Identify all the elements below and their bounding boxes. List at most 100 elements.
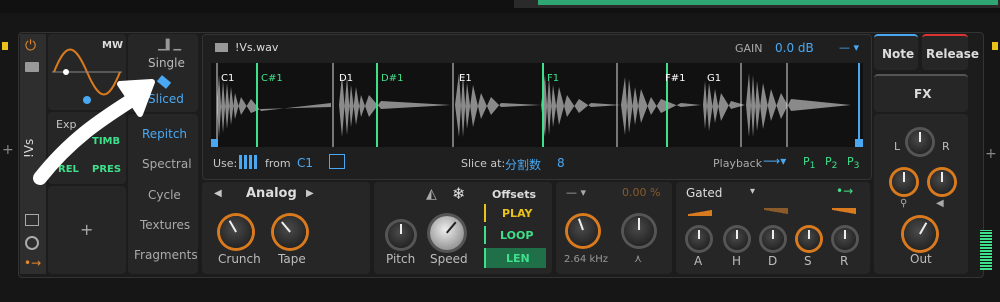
keyboard-icon[interactable] (239, 155, 259, 169)
filter-freq-value: 2.64 kHz (564, 254, 609, 265)
note-label: Note (882, 47, 915, 61)
filter-freq-knob[interactable] (568, 216, 598, 246)
attack-knob[interactable] (688, 228, 710, 250)
pad-2-num: 2 (831, 160, 838, 172)
pad-3[interactable]: P3 (847, 155, 859, 171)
tape-label: Tape (278, 252, 306, 266)
use-label: Use: (213, 157, 238, 170)
offset-loop-button[interactable]: LOOP (484, 226, 546, 244)
release-knob[interactable] (834, 228, 856, 250)
pitch-speed-panel: ◭ ❄ Pitch Speed Offsets PLAY LOOP LEN (374, 182, 552, 274)
hold-label: H (732, 254, 742, 268)
analog-prev-icon[interactable]: ◀ (214, 188, 222, 199)
speed-knob[interactable] (430, 216, 464, 250)
filter-type-menu[interactable]: — ▾ (566, 186, 586, 199)
from-value[interactable]: C1 (297, 156, 313, 170)
gain-label: GAIN (735, 42, 763, 55)
send-knob-1[interactable] (892, 170, 916, 194)
add-modulator-button[interactable]: + (80, 220, 93, 239)
level-meter (980, 230, 992, 270)
right-add-icon[interactable]: + (985, 146, 997, 162)
slice-label-5: E1 (459, 73, 472, 84)
window-icon[interactable] (25, 214, 39, 226)
mw-label: MW (102, 40, 123, 51)
pad-2[interactable]: P2 (825, 155, 837, 171)
tab-fragments[interactable]: Fragments (134, 248, 198, 262)
file-folder-icon[interactable] (215, 43, 228, 52)
mode-single[interactable]: Single (148, 56, 185, 70)
env-mode[interactable]: Gated (686, 186, 722, 200)
note-button[interactable]: Note (874, 34, 918, 70)
gain-menu-icon[interactable]: — ▾ (839, 41, 859, 54)
envelope-panel: Gated ▾ •→ A H D S R (676, 182, 870, 274)
slice-at-value[interactable]: 分割数 (505, 156, 541, 173)
analog-title[interactable]: Analog (246, 186, 297, 201)
slice-label-2: C#1 (261, 73, 283, 84)
tab-cycle[interactable]: Cycle (148, 188, 181, 202)
output-panel: L R ⚲ ◀ Out (874, 114, 968, 274)
modulation-arrow-icon[interactable]: •→ (24, 256, 41, 270)
filter-res-knob[interactable] (624, 216, 654, 246)
out-knob[interactable] (904, 218, 936, 250)
decay-label: D (768, 254, 778, 268)
pad-2-p: P (825, 155, 832, 168)
pad-3-num: 3 (853, 160, 860, 172)
playback-mode-icon[interactable]: ⟶▾ (763, 154, 786, 168)
speed-label: Speed (430, 252, 468, 266)
slice-at-label: Slice at: (461, 157, 506, 170)
metronome-icon[interactable]: ◭ (426, 186, 437, 202)
speaker-icon: ◀ (936, 198, 944, 209)
waveform-panel: !Vs.wav GAIN 0.0 dB — ▾ C1 C#1 D1 D#1 E1… (202, 34, 872, 180)
decay-knob[interactable] (762, 228, 784, 250)
slice-label-1: C1 (221, 73, 235, 84)
filter-percent[interactable]: 0.00 % (622, 186, 660, 199)
env-mode-chevron-icon[interactable]: ▾ (750, 186, 755, 197)
env-output-icon[interactable]: •→ (836, 184, 853, 198)
offset-play-button[interactable]: PLAY (484, 204, 546, 222)
crunch-label: Crunch (218, 252, 261, 266)
pad-1-num: 1 (809, 160, 816, 172)
analog-next-icon[interactable]: ▶ (306, 188, 314, 199)
clock-icon[interactable] (25, 236, 39, 250)
slice-label-7: F#1 (665, 73, 686, 84)
filter-shape-icon: ⋏ (634, 252, 643, 265)
fx-label: FX (914, 87, 932, 101)
offset-len-button[interactable]: LEN (484, 248, 546, 268)
slice-list-icon[interactable] (329, 154, 345, 169)
offsets-label: Offsets (492, 188, 537, 201)
decay-shape-icon (764, 208, 788, 216)
gain-value[interactable]: 0.0 dB (775, 41, 814, 55)
file-name: !Vs.wav (235, 41, 279, 54)
slice-label-6: F1 (547, 73, 560, 84)
power-icon[interactable]: ⏻ (25, 38, 36, 54)
slice-count[interactable]: 8 (557, 156, 565, 170)
out-label: Out (910, 252, 932, 266)
crunch-knob[interactable] (220, 216, 252, 248)
right-yellow-marker (992, 42, 998, 50)
left-add-icon[interactable]: + (2, 142, 14, 158)
pitch-knob[interactable] (388, 222, 414, 248)
annotation-arrow (33, 79, 155, 185)
offset-loop-label: LOOP (500, 229, 534, 242)
release-shape-icon (832, 208, 856, 216)
slice-label-4: D#1 (381, 73, 404, 84)
pan-r-label: R (942, 140, 950, 153)
release-button[interactable]: Release (922, 34, 979, 70)
freeze-icon[interactable]: ❄ (452, 184, 465, 203)
pad-1-p: P (803, 155, 810, 168)
offset-play-label: PLAY (502, 207, 533, 220)
sustain-knob[interactable] (798, 228, 820, 250)
pan-l-label: L (894, 140, 901, 153)
pan-knob[interactable] (908, 130, 932, 154)
send-knob-2[interactable] (930, 170, 954, 194)
waveform-display[interactable] (211, 63, 863, 147)
slice-label-8: G1 (707, 73, 722, 84)
tape-knob[interactable] (274, 216, 306, 248)
slice-label-3: D1 (339, 73, 354, 84)
tab-textures[interactable]: Textures (140, 218, 190, 232)
hold-knob[interactable] (726, 228, 748, 250)
pad-1[interactable]: P1 (803, 155, 815, 171)
attack-label: A (694, 254, 703, 268)
mic-icon: ⚲ (900, 198, 908, 209)
fx-button[interactable]: FX (874, 74, 968, 112)
